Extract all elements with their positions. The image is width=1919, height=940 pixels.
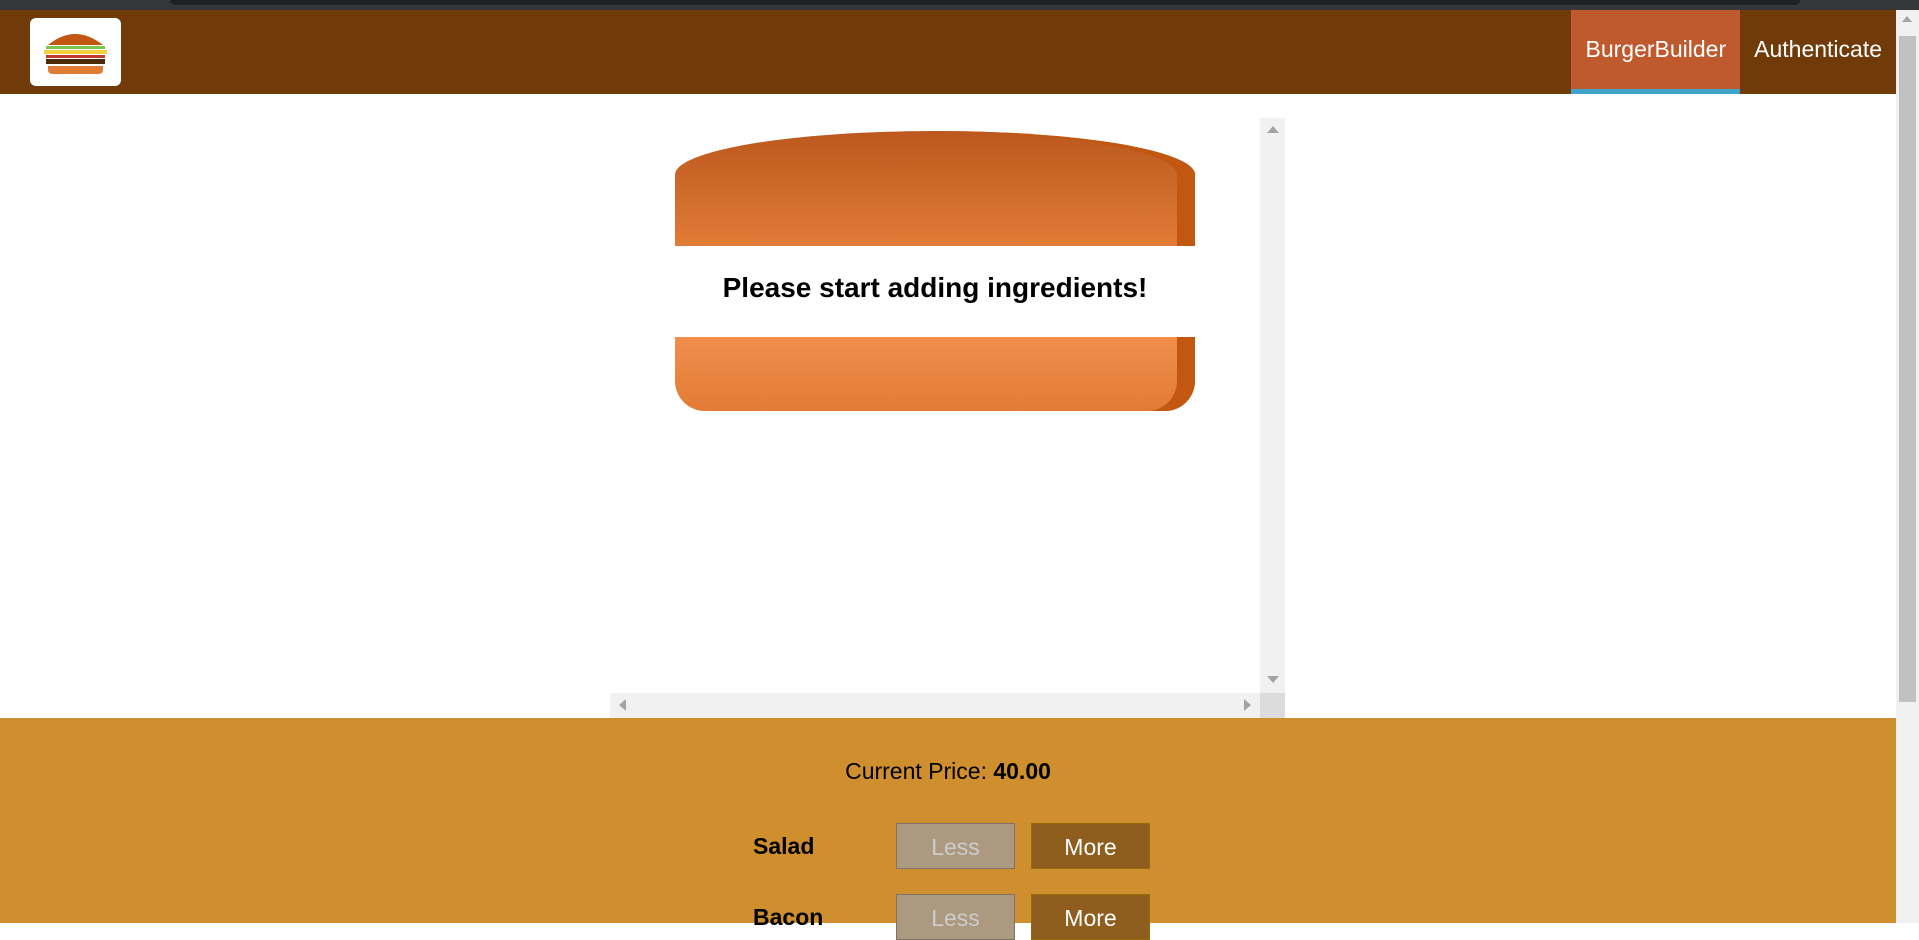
build-control-bacon: Bacon Less More	[0, 894, 1896, 940]
bacon-less-button[interactable]: Less	[896, 894, 1015, 940]
nav-burger-builder[interactable]: BurgerBuilder	[1571, 10, 1741, 94]
scroll-up-arrow-icon[interactable]	[1267, 126, 1279, 133]
browser-top-strip	[0, 0, 1919, 10]
current-price: Current Price: 40.00	[0, 758, 1896, 785]
page-scrollbar-thumb[interactable]	[1899, 36, 1916, 702]
price-label: Current Price:	[845, 758, 987, 784]
price-value: 40.00	[993, 758, 1051, 784]
build-control-salad: Salad Less More	[0, 823, 1896, 869]
burger-icon	[44, 31, 107, 74]
scroll-right-arrow-icon[interactable]	[1244, 699, 1251, 711]
bacon-more-button[interactable]: More	[1031, 894, 1150, 940]
scrollbar-corner	[1260, 693, 1285, 718]
ingredient-label: Bacon	[753, 904, 824, 930]
empty-burger-message: Please start adding ingredients!	[722, 272, 1148, 303]
scroll-down-arrow-icon[interactable]	[1267, 676, 1279, 683]
ingredient-label: Salad	[753, 833, 815, 859]
browser-tab-strip	[170, 0, 1800, 5]
burger-vertical-scrollbar[interactable]	[1260, 118, 1285, 693]
logo[interactable]	[30, 18, 121, 86]
salad-more-button[interactable]: More	[1031, 823, 1150, 869]
toolbar: BurgerBuilder Authenticate	[0, 10, 1896, 94]
main-nav: BurgerBuilder Authenticate	[1571, 10, 1896, 94]
salad-less-button[interactable]: Less	[896, 823, 1015, 869]
scroll-left-arrow-icon[interactable]	[619, 699, 626, 711]
bread-bottom	[675, 337, 1195, 411]
build-controls: Current Price: 40.00 Salad Less More Bac…	[0, 718, 1896, 940]
burger-horizontal-scrollbar[interactable]	[610, 693, 1260, 718]
bread-top	[675, 131, 1195, 246]
page-scroll-up-icon[interactable]	[1902, 16, 1912, 22]
nav-authenticate[interactable]: Authenticate	[1740, 10, 1896, 94]
